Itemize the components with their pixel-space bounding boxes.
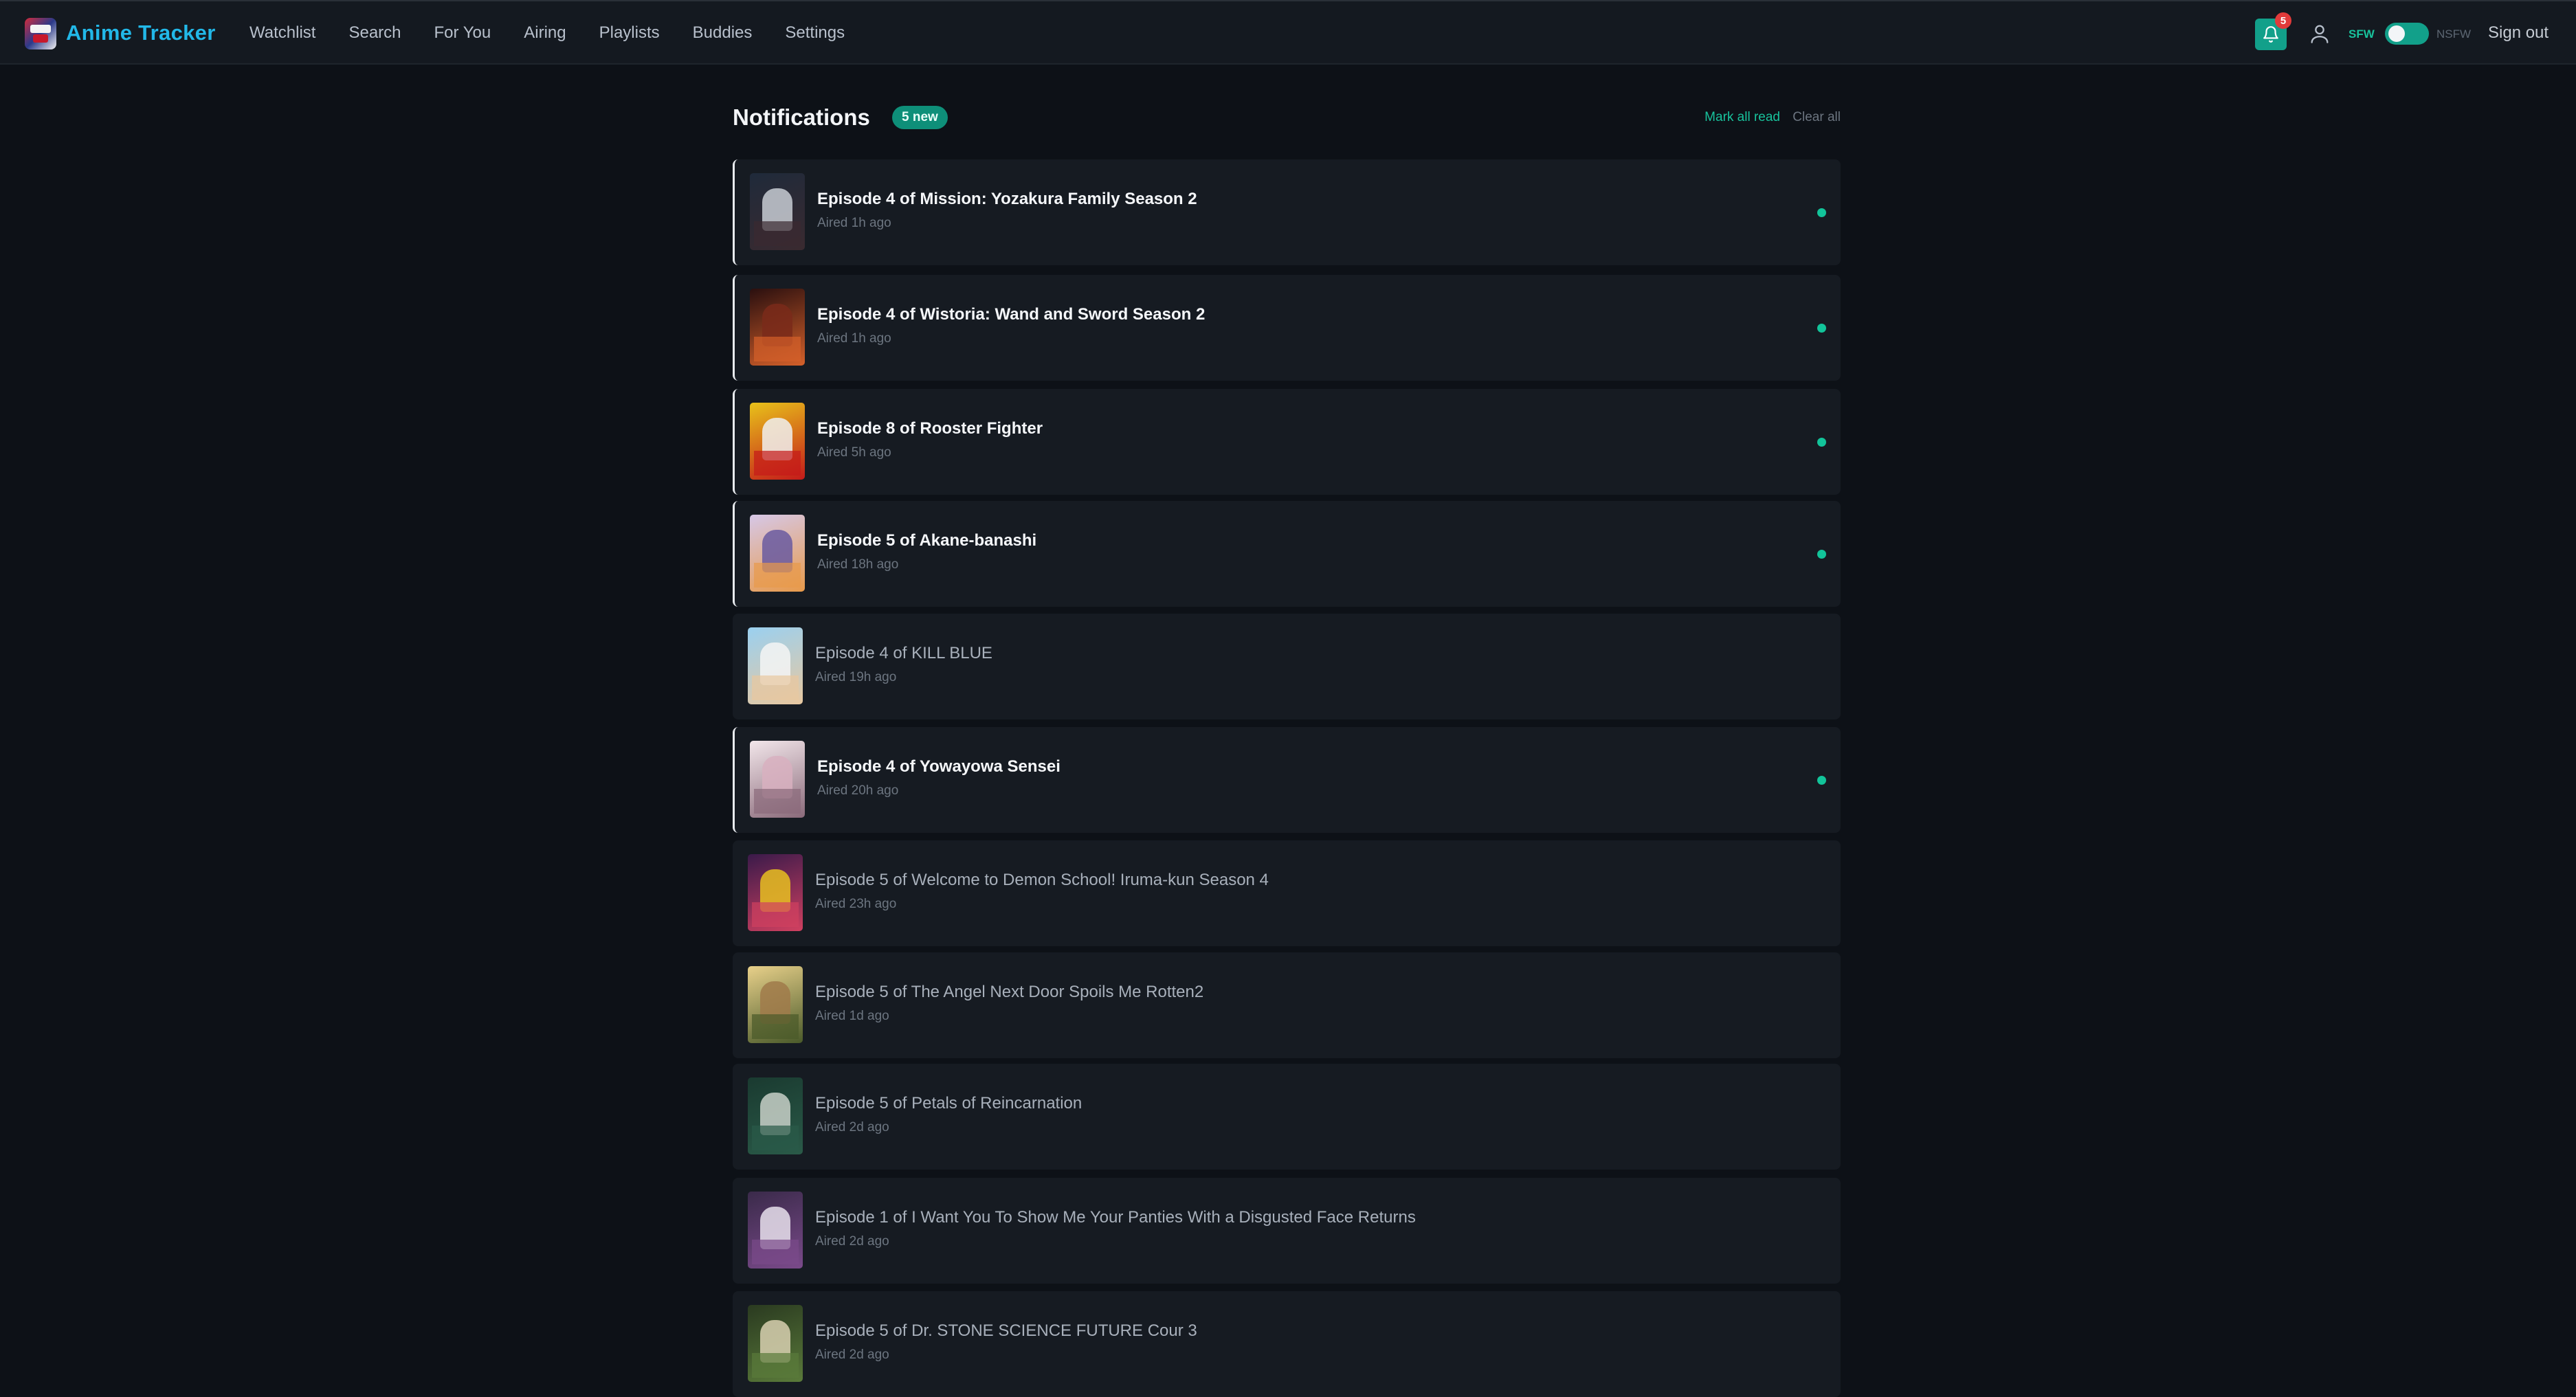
unread-indicator-dot bbox=[1817, 324, 1826, 333]
anime-poster-thumbnail[interactable] bbox=[750, 741, 805, 818]
notification-aired-time: Aired 1h ago bbox=[817, 216, 891, 230]
anime-poster-thumbnail[interactable] bbox=[748, 627, 803, 704]
notification-item[interactable]: Episode 4 of Yowayowa Sensei Aired 20h ag… bbox=[733, 727, 1841, 833]
notification-item[interactable]: Episode 5 of Dr. STONE SCIENCE FUTURE Co… bbox=[733, 1291, 1841, 1397]
bell-icon bbox=[2263, 26, 2278, 43]
notification-title[interactable]: Episode 4 of Mission: Yozakura Family Se… bbox=[817, 190, 1197, 209]
notification-item[interactable]: Episode 5 of Welcome to Demon School! Ir… bbox=[733, 840, 1841, 946]
notification-title[interactable]: Episode 5 of Welcome to Demon School! Ir… bbox=[815, 871, 1269, 890]
notification-aired-time: Aired 20h ago bbox=[817, 783, 899, 798]
notification-item[interactable]: Episode 5 of Akane-banashi Aired 18h ago bbox=[733, 501, 1841, 607]
anime-poster-thumbnail[interactable] bbox=[748, 966, 803, 1043]
notification-aired-time: Aired 1d ago bbox=[815, 1009, 889, 1023]
notification-item[interactable]: Episode 4 of KILL BLUE Aired 19h ago bbox=[733, 614, 1841, 719]
anime-poster-thumbnail[interactable] bbox=[750, 403, 805, 480]
anime-poster-thumbnail[interactable] bbox=[750, 289, 805, 366]
unread-indicator-dot bbox=[1817, 208, 1826, 217]
notifications-button[interactable]: 5 bbox=[2255, 12, 2291, 50]
page-title: Notifications bbox=[733, 104, 870, 130]
sign-out-link[interactable]: Sign out bbox=[2488, 23, 2549, 43]
anime-poster-thumbnail[interactable] bbox=[748, 1077, 803, 1154]
notification-aired-time: Aired 2d ago bbox=[815, 1234, 889, 1249]
notification-item[interactable]: Episode 4 of Wistoria: Wand and Sword Se… bbox=[733, 275, 1841, 381]
nav-link-search[interactable]: Search bbox=[348, 23, 401, 43]
notification-title[interactable]: Episode 8 of Rooster Fighter bbox=[817, 419, 1043, 438]
notification-item[interactable]: Episode 5 of Petals of Reincarnation Aire… bbox=[733, 1064, 1841, 1170]
notification-title[interactable]: Episode 5 of Akane-banashi bbox=[817, 531, 1036, 550]
notifications-panel: Notifications 5 new Mark all read Clear … bbox=[733, 96, 1841, 1397]
notifications-header: Notifications 5 new Mark all read Clear … bbox=[733, 96, 1841, 137]
notification-item[interactable]: Episode 4 of Mission: Yozakura Family Se… bbox=[733, 159, 1841, 265]
notification-title[interactable]: Episode 4 of Yowayowa Sensei bbox=[817, 757, 1061, 776]
notification-title[interactable]: Episode 5 of Petals of Reincarnation bbox=[815, 1094, 1082, 1113]
notification-title[interactable]: Episode 5 of The Angel Next Door Spoils … bbox=[815, 983, 1203, 1002]
notification-title[interactable]: Episode 4 of Wistoria: Wand and Sword Se… bbox=[817, 305, 1205, 324]
nav-link-for-you[interactable]: For You bbox=[434, 23, 491, 43]
unread-indicator-dot bbox=[1817, 438, 1826, 447]
notification-item[interactable]: Episode 8 of Rooster Fighter Aired 5h ago bbox=[733, 389, 1841, 495]
sfw-label: SFW bbox=[2349, 27, 2375, 41]
new-count-badge: 5 new bbox=[892, 106, 948, 129]
anime-poster-thumbnail[interactable] bbox=[750, 515, 805, 592]
unread-indicator-dot bbox=[1817, 776, 1826, 785]
notification-aired-time: Aired 2d ago bbox=[815, 1120, 889, 1135]
anime-poster-thumbnail[interactable] bbox=[748, 1305, 803, 1382]
notification-aired-time: Aired 5h ago bbox=[817, 445, 891, 460]
top-navbar: Anime Tracker Watchlist Search For You A… bbox=[0, 0, 2576, 65]
notification-aired-time: Aired 18h ago bbox=[817, 557, 899, 572]
app-logo-icon[interactable] bbox=[25, 18, 56, 49]
nsfw-label: NSFW bbox=[2436, 27, 2472, 41]
nav-link-watchlist[interactable]: Watchlist bbox=[249, 23, 315, 43]
notification-title[interactable]: Episode 4 of KILL BLUE bbox=[815, 644, 992, 663]
notification-item[interactable]: Episode 5 of The Angel Next Door Spoils … bbox=[733, 952, 1841, 1058]
anime-poster-thumbnail[interactable] bbox=[748, 854, 803, 931]
notification-title[interactable]: Episode 5 of Dr. STONE SCIENCE FUTURE Co… bbox=[815, 1321, 1197, 1341]
nav-link-airing[interactable]: Airing bbox=[524, 23, 566, 43]
anime-poster-thumbnail[interactable] bbox=[750, 173, 805, 250]
app-title[interactable]: Anime Tracker bbox=[66, 21, 216, 45]
notification-count-badge: 5 bbox=[2275, 12, 2291, 29]
toggle-knob bbox=[2388, 25, 2405, 42]
notification-title[interactable]: Episode 1 of I Want You To Show Me Your … bbox=[815, 1208, 1416, 1227]
anime-poster-thumbnail[interactable] bbox=[748, 1192, 803, 1269]
notification-item[interactable]: Episode 1 of I Want You To Show Me Your … bbox=[733, 1178, 1841, 1284]
nav-link-settings[interactable]: Settings bbox=[785, 23, 845, 43]
clear-all-button[interactable]: Clear all bbox=[1792, 110, 1841, 125]
notification-aired-time: Aired 19h ago bbox=[815, 670, 897, 684]
nav-link-buddies[interactable]: Buddies bbox=[693, 23, 753, 43]
mark-all-read-button[interactable]: Mark all read bbox=[1705, 110, 1780, 125]
notification-aired-time: Aired 1h ago bbox=[817, 331, 891, 346]
notification-aired-time: Aired 2d ago bbox=[815, 1348, 889, 1362]
nav-links: Watchlist Search For You Airing Playlist… bbox=[249, 23, 878, 43]
unread-indicator-dot bbox=[1817, 550, 1826, 559]
sfw-nsfw-toggle[interactable] bbox=[2385, 23, 2429, 45]
notification-aired-time: Aired 23h ago bbox=[815, 897, 897, 911]
nav-link-playlists[interactable]: Playlists bbox=[599, 23, 660, 43]
user-profile-icon[interactable] bbox=[2308, 22, 2331, 45]
